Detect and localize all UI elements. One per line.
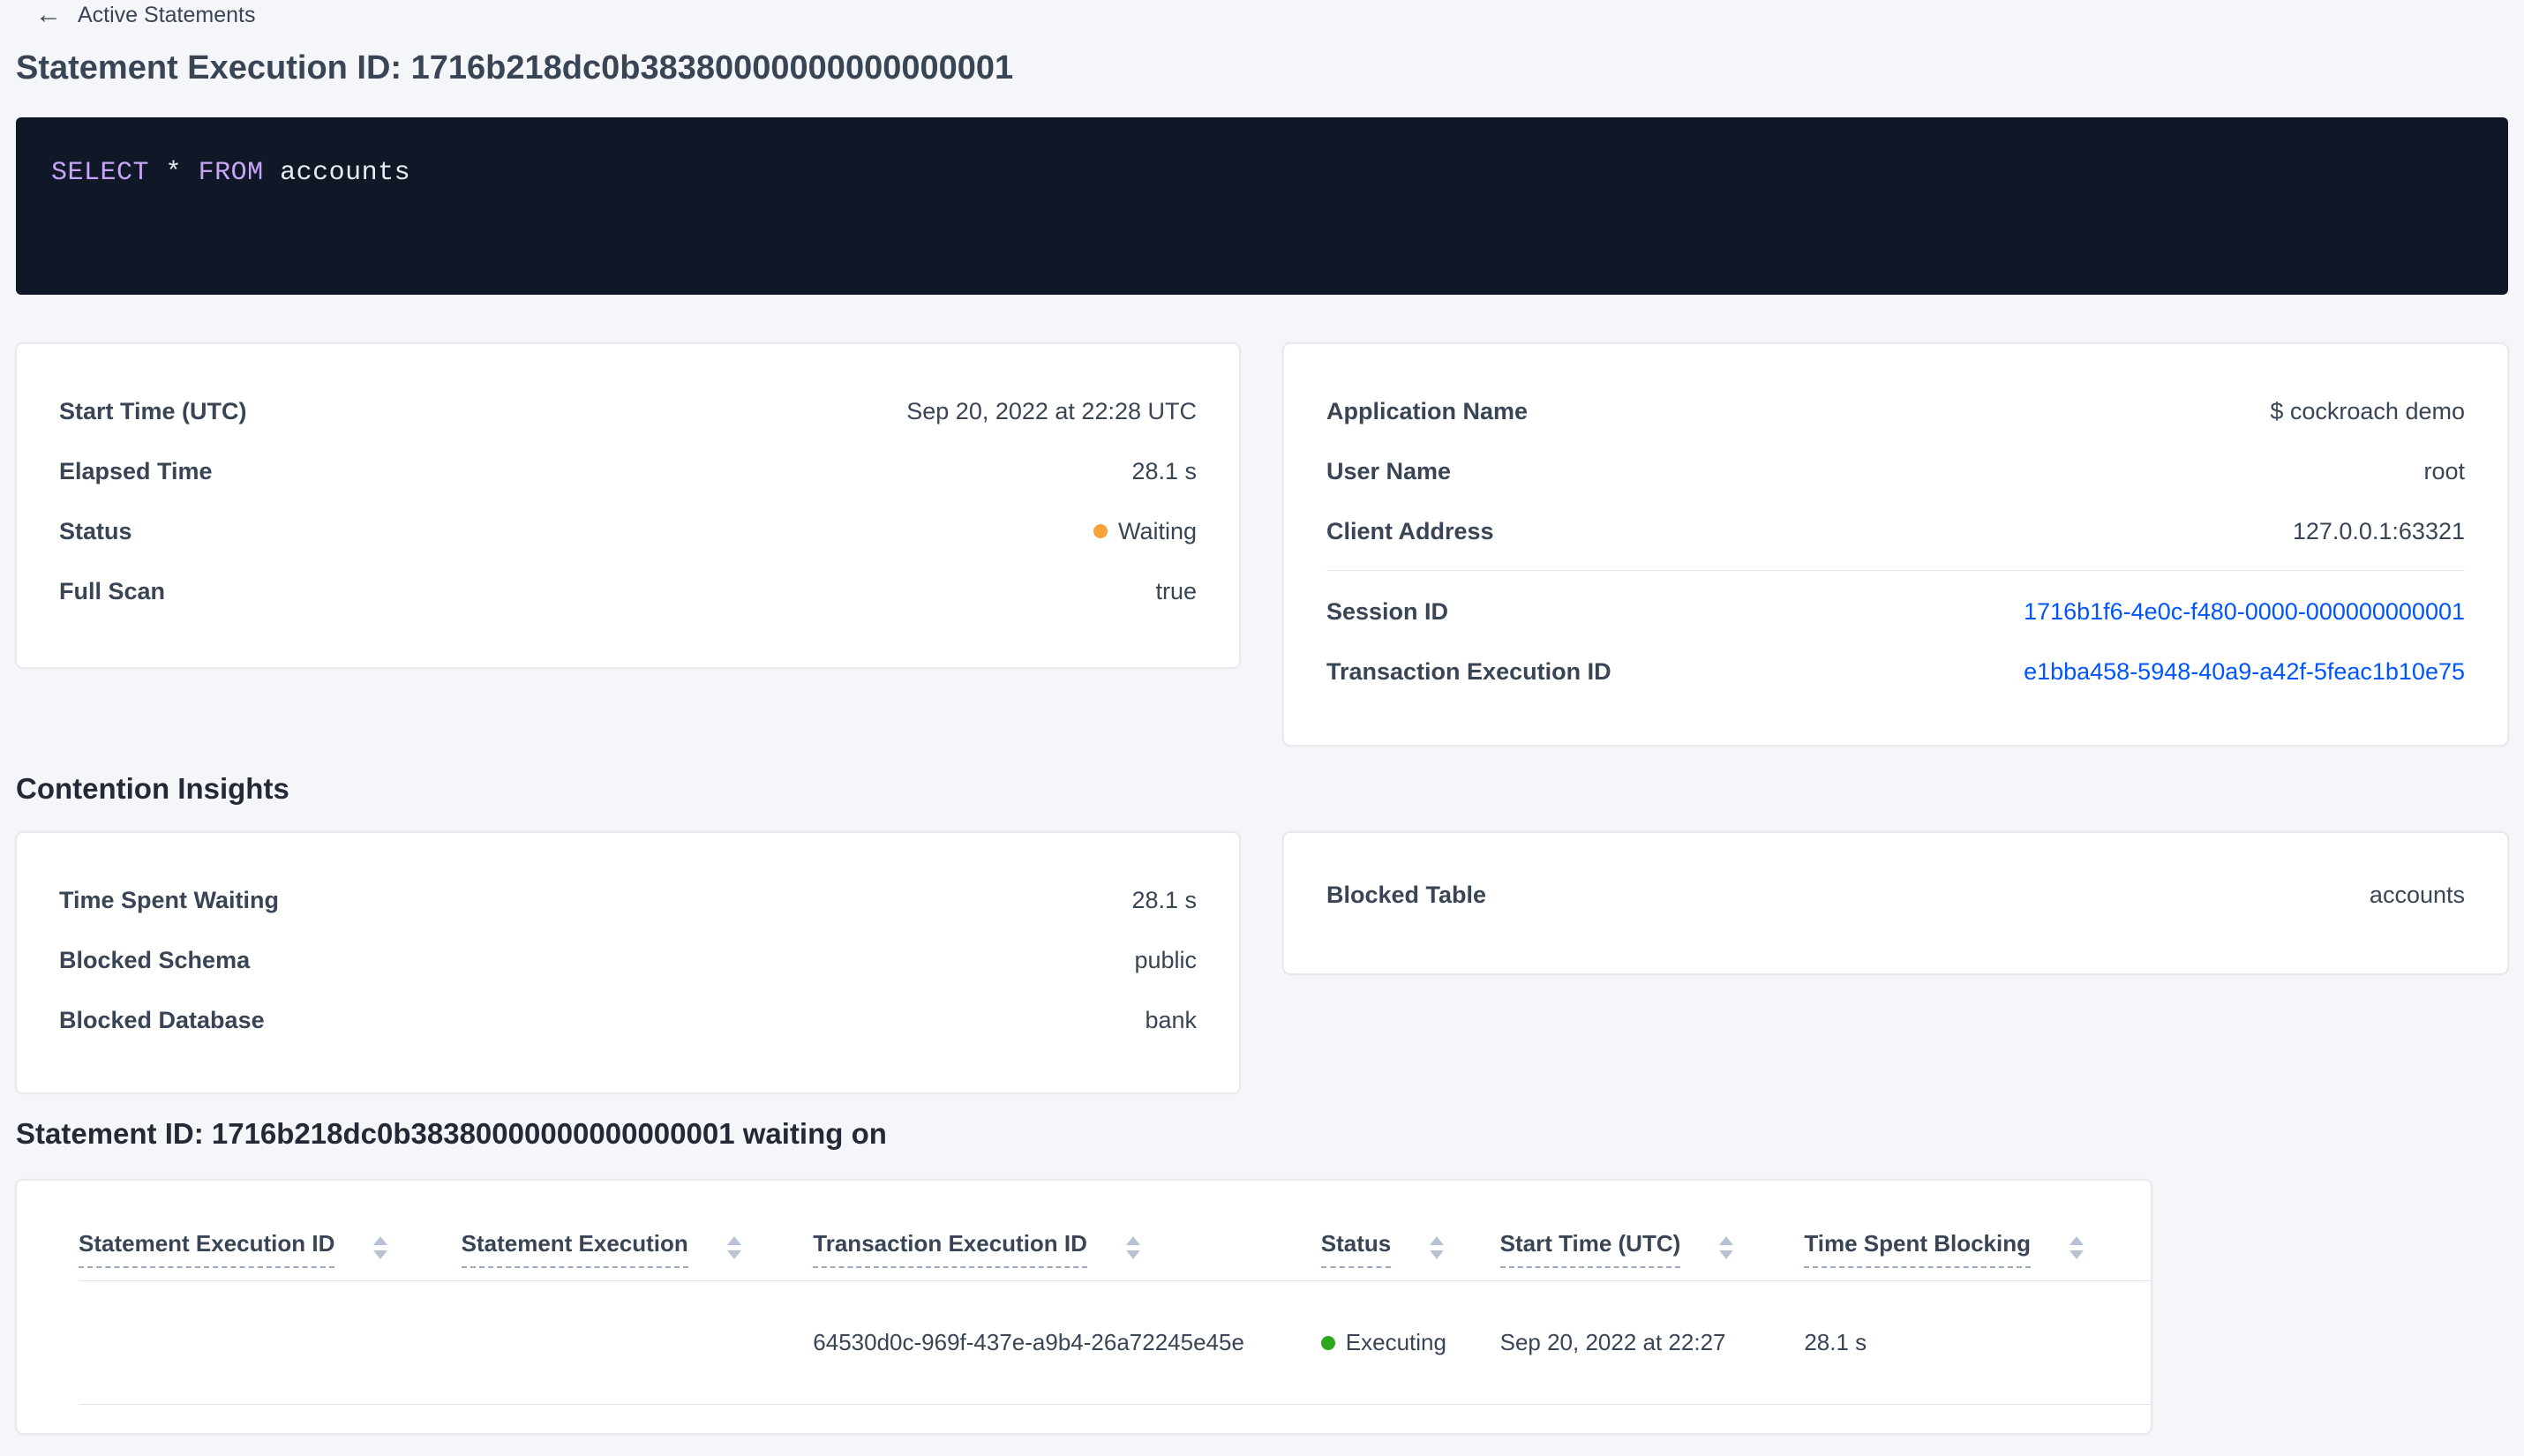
col-header-label: Statement Execution xyxy=(461,1230,688,1268)
kv-value: 127.0.0.1:63321 xyxy=(2292,517,2465,544)
kv-label: Client Address xyxy=(1326,517,1494,544)
kv-row-blocked-database: Blocked Database bank xyxy=(59,990,1197,1050)
kv-label: Blocked Table xyxy=(1326,881,1487,908)
kv-row-time-spent-waiting: Time Spent Waiting 28.1 s xyxy=(59,870,1197,930)
col-header-label: Statement Execution ID xyxy=(79,1230,335,1268)
kv-value: root xyxy=(2423,457,2465,484)
waiting-on-table-card: Statement Execution ID Statement Executi… xyxy=(16,1180,2152,1434)
back-arrow-icon: ← xyxy=(35,0,62,29)
kv-row-status: Status Waiting xyxy=(59,501,1197,561)
sql-statement-viewer: SELECT * FROM accounts xyxy=(16,117,2508,295)
kv-row-full-scan: Full Scan true xyxy=(59,561,1197,621)
kv-value: public xyxy=(1134,946,1197,973)
cell-start-time: Sep 20, 2022 at 22:27 xyxy=(1499,1329,1726,1355)
sql-token: * xyxy=(165,158,183,188)
cell-status: Executing xyxy=(1320,1329,1500,1356)
kv-label: Start Time (UTC) xyxy=(59,397,247,424)
status-badge: Waiting xyxy=(1093,518,1197,545)
sort-icon xyxy=(373,1236,388,1259)
session-id-link[interactable]: 1716b1f6-4e0c-f480-0000-000000000001 xyxy=(2024,598,2465,626)
sort-icon xyxy=(1719,1236,1734,1259)
kv-value: 28.1 s xyxy=(1131,457,1197,484)
col-header-label: Status xyxy=(1320,1230,1392,1268)
col-header-label: Transaction Execution ID xyxy=(813,1230,1087,1268)
status-badge: Executing xyxy=(1320,1329,1483,1356)
kv-label: Time Spent Waiting xyxy=(59,886,280,913)
cell-transaction-execution-id: 64530d0c-969f-437e-a9b4-26a72245e45e xyxy=(813,1329,1244,1355)
col-header-label: Time Spent Blocking xyxy=(1804,1230,2032,1268)
kv-value: $ cockroach demo xyxy=(2270,397,2465,424)
blocked-table-card: Blocked Table accounts xyxy=(1283,832,2508,974)
card-divider xyxy=(1326,570,2465,571)
sql-token: accounts xyxy=(280,158,411,188)
kv-row-blocked-table: Blocked Table accounts xyxy=(1326,865,2465,925)
kv-label: Transaction Execution ID xyxy=(1326,657,1611,685)
kv-label: Full Scan xyxy=(59,577,166,604)
table-row: 64530d0c-969f-437e-a9b4-26a72245e45e Exe… xyxy=(79,1281,2151,1405)
session-details-card: Application Name $ cockroach demo User N… xyxy=(1283,343,2508,746)
sql-keyword: FROM xyxy=(198,158,264,188)
kv-row-transaction-execution-id: Transaction Execution ID e1bba458-5948-4… xyxy=(1326,642,2465,702)
kv-row-start-time: Start Time (UTC) Sep 20, 2022 at 22:28 U… xyxy=(59,381,1197,441)
kv-label: Session ID xyxy=(1326,597,1449,625)
cell-time-spent-blocking: 28.1 s xyxy=(1804,1329,1867,1355)
status-label: Waiting xyxy=(1117,517,1197,544)
col-header-status[interactable]: Status xyxy=(1320,1230,1500,1280)
kv-row-client-address: Client Address 127.0.0.1:63321 xyxy=(1326,501,2465,561)
execution-details-card: Start Time (UTC) Sep 20, 2022 at 22:28 U… xyxy=(16,343,1240,668)
kv-value: Sep 20, 2022 at 22:28 UTC xyxy=(906,397,1197,424)
contention-waiting-card: Time Spent Waiting 28.1 s Blocked Schema… xyxy=(16,832,1240,1093)
col-header-transaction-execution-id[interactable]: Transaction Execution ID xyxy=(813,1230,1321,1280)
col-header-label: Start Time (UTC) xyxy=(1499,1230,1681,1268)
back-link-label: Active Statements xyxy=(78,2,256,27)
kv-label: Blocked Database xyxy=(59,1006,265,1033)
kv-label: Application Name xyxy=(1326,397,1529,424)
statement-execution-details-page: ← Active Statements Statement Execution … xyxy=(0,0,2524,1456)
sort-icon xyxy=(1430,1236,1445,1259)
col-header-statement-execution[interactable]: Statement Execution xyxy=(461,1230,814,1280)
kv-label: Blocked Schema xyxy=(59,946,251,973)
kv-label: Elapsed Time xyxy=(59,457,213,484)
back-link-active-statements[interactable]: ← Active Statements xyxy=(35,2,255,28)
col-header-start-time[interactable]: Start Time (UTC) xyxy=(1499,1230,1805,1280)
status-executing-dot-icon xyxy=(1320,1335,1335,1350)
table-header-row: Statement Execution ID Statement Executi… xyxy=(79,1181,2151,1281)
kv-row-user-name: User Name root xyxy=(1326,441,2465,501)
page-title: Statement Execution ID: 1716b218dc0b3838… xyxy=(16,49,1014,86)
col-header-statement-execution-id[interactable]: Statement Execution ID xyxy=(79,1230,462,1280)
kv-label: User Name xyxy=(1326,457,1452,484)
col-header-time-spent-blocking[interactable]: Time Spent Blocking xyxy=(1804,1230,2151,1280)
kv-value: true xyxy=(1155,577,1197,604)
kv-label: Status xyxy=(59,517,132,544)
kv-value: bank xyxy=(1145,1006,1197,1033)
sort-icon xyxy=(2070,1236,2085,1259)
sort-icon xyxy=(1125,1236,1140,1259)
kv-row-blocked-schema: Blocked Schema public xyxy=(59,930,1197,990)
transaction-execution-id-link[interactable]: e1bba458-5948-40a9-a42f-5feac1b10e75 xyxy=(2024,658,2465,686)
kv-value: 28.1 s xyxy=(1131,886,1197,913)
status-waiting-dot-icon xyxy=(1093,524,1108,538)
kv-row-session-id: Session ID 1716b1f6-4e0c-f480-0000-00000… xyxy=(1326,582,2465,642)
sql-keyword: SELECT xyxy=(51,158,150,188)
contention-insights-heading: Contention Insights xyxy=(16,772,289,805)
kv-value: accounts xyxy=(2369,881,2465,908)
sort-icon xyxy=(726,1236,741,1259)
kv-row-elapsed-time: Elapsed Time 28.1 s xyxy=(59,441,1197,501)
status-label: Executing xyxy=(1345,1329,1446,1355)
waiting-on-heading: Statement ID: 1716b218dc0b38380000000000… xyxy=(16,1117,887,1150)
kv-row-application-name: Application Name $ cockroach demo xyxy=(1326,381,2465,441)
